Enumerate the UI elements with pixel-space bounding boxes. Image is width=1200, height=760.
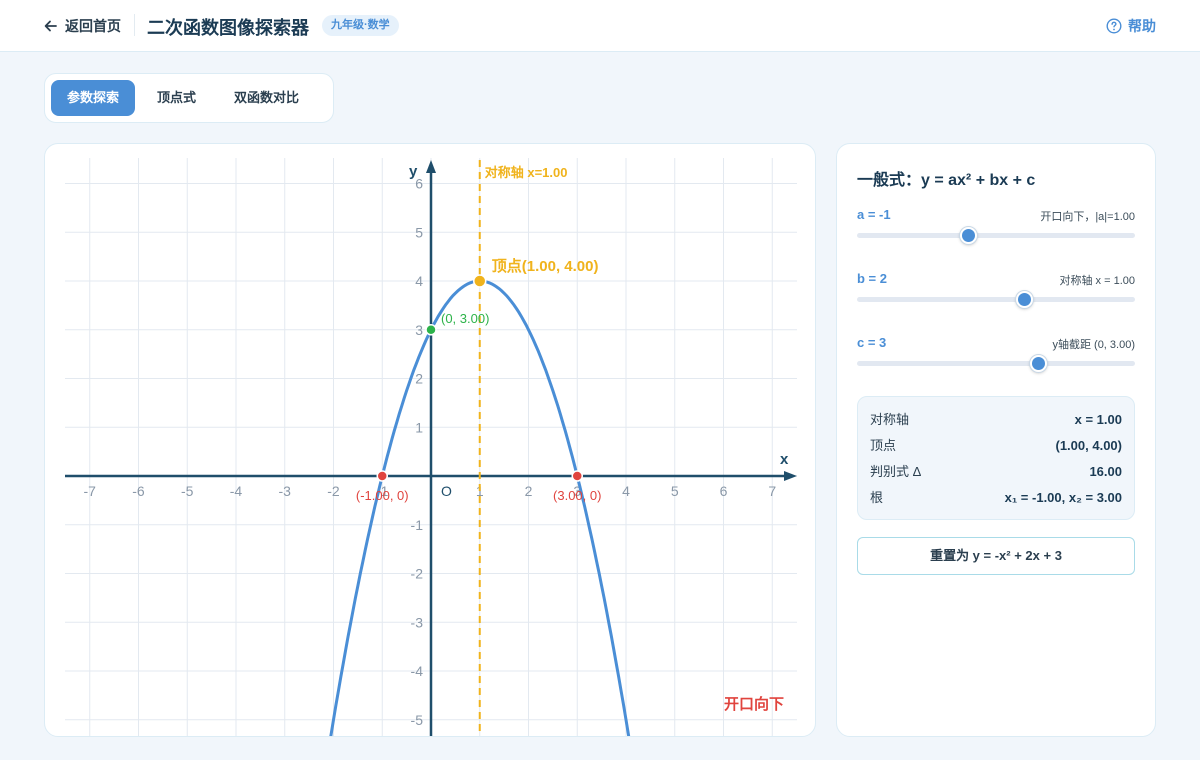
info-key: 顶点	[870, 438, 897, 453]
y-tick-label: 5	[415, 224, 423, 240]
root-point[interactable]	[376, 470, 388, 482]
y-tick-label: -3	[411, 614, 424, 630]
origin-label: O	[441, 483, 452, 499]
properties-box: 对称轴 x = 1.00 顶点 (1.00, 4.00) 判别式 Δ 16.00 根 x…	[857, 396, 1135, 520]
back-home-label: 返回首页	[65, 18, 121, 34]
y-axis-label: y	[409, 163, 418, 180]
x-tick-label: 5	[671, 483, 679, 499]
info-value: x = 1.00	[1074, 412, 1122, 427]
grade-badge: 九年级·数学	[322, 15, 399, 36]
vertex-label: 顶点(1.00, 4.00)	[492, 258, 599, 275]
y-axis-arrow	[426, 160, 436, 173]
x-tick-label: -3	[279, 483, 292, 499]
y-tick-label: 1	[415, 419, 423, 435]
x-tick-label: -7	[84, 483, 97, 499]
x-tick-label: 6	[720, 483, 728, 499]
graph-panel: -7-6-5-4-3-2-11234567654321-1-2-3-4-5 x …	[44, 143, 816, 737]
info-key: 对称轴	[870, 412, 910, 427]
x-tick-label: -6	[132, 483, 145, 499]
help-circle-icon	[1106, 18, 1122, 34]
tab-dual-compare[interactable]: 双函数对比	[218, 80, 315, 116]
param-b-note: 对称轴 x = 1.00	[1059, 275, 1135, 287]
function-plot[interactable]: -7-6-5-4-3-2-11234567654321-1-2-3-4-5 x …	[45, 144, 816, 737]
info-value: 16.00	[1089, 464, 1122, 479]
param-a-label: a = -1	[857, 207, 891, 222]
y-intercept-label: (0, 3.00)	[441, 311, 489, 326]
info-value: x₁ = -1.00, x₂ = 3.00	[1004, 490, 1122, 505]
back-home-link[interactable]: 返回首页	[44, 16, 121, 36]
param-b-label: b = 2	[857, 271, 887, 286]
slider-a[interactable]	[857, 227, 1135, 244]
info-key: 根	[870, 490, 884, 505]
info-key: 判别式 Δ	[870, 464, 922, 479]
y-tick-label: -2	[411, 566, 424, 582]
y-tick-label: 3	[415, 322, 423, 338]
slider-c-thumb[interactable]	[1029, 355, 1047, 372]
opening-direction-label: 开口向下	[724, 695, 784, 713]
info-row-vertex: 顶点 (1.00, 4.00)	[870, 433, 1122, 459]
formula-title: 一般式：y = ax² + bx + c	[857, 172, 1036, 189]
info-row-axis: 对称轴 x = 1.00	[870, 407, 1122, 433]
x-axis-arrow	[784, 471, 797, 481]
tab-vertex-form[interactable]: 顶点式	[141, 80, 212, 116]
arrow-left-icon	[44, 20, 57, 32]
y-intercept-point[interactable]	[425, 324, 437, 336]
y-tick-label: 2	[415, 371, 423, 387]
x-tick-label: -5	[181, 483, 194, 499]
x-tick-label: 2	[525, 483, 533, 499]
tab-parameter-explore[interactable]: 参数探索	[51, 80, 136, 116]
slider-b-thumb[interactable]	[1015, 291, 1033, 308]
reset-button[interactable]: 重置为 y = -x² + 2x + 3	[857, 537, 1135, 575]
axis-of-symmetry-label: 对称轴 x=1.00	[485, 165, 568, 180]
y-tick-label: 4	[415, 273, 423, 289]
page-title: 二次函数图像探索器	[147, 18, 309, 38]
slider-b[interactable]	[857, 291, 1135, 308]
x-tick-label: -2	[327, 483, 340, 499]
param-c-label: c = 3	[857, 335, 887, 350]
root-point[interactable]	[571, 470, 583, 482]
info-row-discriminant: 判别式 Δ 16.00	[870, 459, 1122, 485]
help-label: 帮助	[1128, 18, 1156, 34]
header-divider	[134, 14, 135, 36]
y-tick-label: -4	[411, 663, 424, 679]
parameter-panel: 一般式：y = ax² + bx + c a = -1 开口向下，|a|=1.0…	[836, 143, 1156, 737]
param-a-note: 开口向下，|a|=1.00	[1040, 211, 1135, 223]
param-c-note: y轴截距 (0, 3.00)	[1052, 339, 1135, 351]
coordinate-axes	[65, 160, 797, 736]
slider-c[interactable]	[857, 355, 1135, 372]
y-tick-label: -5	[411, 712, 424, 728]
slider-a-thumb[interactable]	[960, 227, 978, 244]
x-tick-label: 4	[622, 483, 630, 499]
top-bar: 返回首页 二次函数图像探索器 九年级·数学 帮助	[0, 0, 1200, 52]
x-axis-label: x	[780, 451, 789, 468]
root-label: (3.00, 0)	[553, 488, 601, 503]
root-label: (-1.00, 0)	[356, 488, 409, 503]
x-tick-label: -4	[230, 483, 243, 499]
info-value: (1.00, 4.00)	[1055, 438, 1123, 453]
help-button[interactable]: 帮助	[1106, 16, 1156, 36]
mode-tabs: 参数探索 顶点式 双函数对比	[44, 73, 334, 123]
info-row-roots: 根 x₁ = -1.00, x₂ = 3.00	[870, 485, 1122, 511]
vertex-point[interactable]	[473, 274, 487, 288]
y-tick-label: -1	[411, 517, 424, 533]
x-tick-label: 7	[768, 483, 776, 499]
